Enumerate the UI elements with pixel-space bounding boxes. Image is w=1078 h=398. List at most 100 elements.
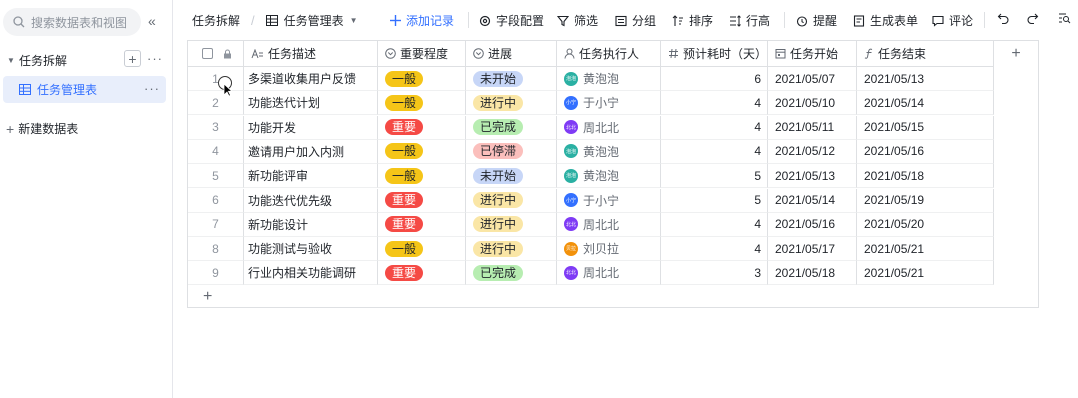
importance-cell[interactable]: 一般 [378, 237, 466, 262]
owner-cell[interactable]: 泡泡 黄泡泡 [557, 139, 661, 164]
status-cell[interactable]: 已停滞 [466, 139, 557, 164]
add-column-button[interactable]: + [994, 41, 1038, 67]
column-header-label: 任务开始 [790, 47, 839, 61]
start-cell[interactable]: 2021/05/18 [768, 261, 857, 286]
importance-cell[interactable]: 一般 [378, 91, 466, 116]
generate-form-button[interactable]: 生成表单 [853, 12, 918, 29]
owner-cell[interactable]: 北北 周北北 [557, 261, 661, 286]
importance-cell[interactable]: 重要 [378, 261, 466, 286]
filter-button[interactable]: 筛选 [557, 12, 598, 29]
undo-button[interactable] [997, 12, 1015, 24]
owner-cell[interactable]: 泡泡 黄泡泡 [557, 164, 661, 189]
collapse-sidebar-icon[interactable]: « [148, 13, 156, 29]
end-cell[interactable]: 2021/05/15 [857, 115, 994, 140]
breadcrumb[interactable]: 任务拆解 [192, 12, 240, 29]
status-cell[interactable]: 进行中 [466, 91, 557, 116]
new-table-button[interactable]: + 新建数据表 [6, 120, 78, 137]
start-cell[interactable]: 2021/05/13 [768, 164, 857, 189]
status-cell[interactable]: 进行中 [466, 188, 557, 213]
desc-cell[interactable]: 行业内相关功能调研 [244, 261, 378, 286]
reminder-button[interactable]: 提醒 [796, 12, 837, 29]
end-cell[interactable]: 2021/05/14 [857, 91, 994, 116]
base-more-icon[interactable]: ··· [147, 51, 163, 66]
sort-button[interactable]: 排序 [672, 12, 713, 29]
field-config-button[interactable]: 字段配置 [479, 12, 544, 29]
search-records-button[interactable] [1058, 12, 1076, 24]
importance-cell[interactable]: 重要 [378, 212, 466, 237]
days-cell[interactable]: 4 [661, 237, 768, 262]
desc-cell[interactable]: 功能测试与验收 [244, 237, 378, 262]
redo-button[interactable] [1026, 12, 1044, 24]
days-cell[interactable]: 4 [661, 91, 768, 116]
owner-cell[interactable]: 小宁 于小宁 [557, 91, 661, 116]
end-cell[interactable]: 2021/05/18 [857, 164, 994, 189]
days-cell[interactable]: 4 [661, 212, 768, 237]
start-cell[interactable]: 2021/05/07 [768, 67, 857, 91]
owner-cell[interactable]: 北北 周北北 [557, 115, 661, 140]
add-row-button[interactable]: + [203, 288, 212, 306]
importance-cell[interactable]: 一般 [378, 139, 466, 164]
search-input[interactable]: 搜索数据表和视图 [3, 8, 141, 36]
importance-tag: 重要 [385, 264, 424, 281]
end-cell[interactable]: 2021/05/21 [857, 237, 994, 262]
column-header-end[interactable]: 任务结束 [857, 41, 994, 67]
column-header-importance[interactable]: 重要程度 [378, 41, 466, 67]
importance-cell[interactable]: 一般 [378, 164, 466, 189]
start-cell[interactable]: 2021/05/10 [768, 91, 857, 116]
lock-icon [224, 49, 231, 58]
status-cell[interactable]: 进行中 [466, 212, 557, 237]
column-header-start[interactable]: 任务开始 [768, 41, 857, 67]
days-cell[interactable]: 3 [661, 261, 768, 286]
days-cell[interactable]: 5 [661, 164, 768, 189]
column-header-status[interactable]: 进展 [466, 41, 557, 67]
select-all-checkbox[interactable] [202, 48, 213, 59]
days-cell[interactable]: 5 [661, 188, 768, 213]
end-cell[interactable]: 2021/05/21 [857, 261, 994, 286]
owner-cell[interactable]: 贝拉 刘贝拉 [557, 237, 661, 262]
view-selector[interactable]: 任务管理表 ▼ [265, 12, 358, 29]
end-cell[interactable]: 2021/05/16 [857, 139, 994, 164]
column-header-owner[interactable]: 任务执行人 [557, 41, 661, 67]
status-cell[interactable]: 未开始 [466, 164, 557, 189]
start-cell[interactable]: 2021/05/11 [768, 115, 857, 140]
avatar: 小宁 [564, 95, 578, 110]
importance-cell[interactable]: 重要 [378, 115, 466, 140]
end-cell[interactable]: 2021/05/19 [857, 188, 994, 213]
status-cell[interactable]: 未开始 [466, 67, 557, 91]
importance-cell[interactable]: 一般 [378, 67, 466, 91]
end-cell[interactable]: 2021/05/20 [857, 212, 994, 237]
start-cell[interactable]: 2021/05/17 [768, 237, 857, 262]
row-height-button[interactable]: 行高 [729, 12, 770, 29]
comment-button[interactable]: 评论 [932, 12, 973, 29]
start-cell[interactable]: 2021/05/12 [768, 139, 857, 164]
owner-cell[interactable]: 小宁 于小宁 [557, 188, 661, 213]
desc-cell[interactable]: 邀请用户加入内测 [244, 139, 378, 164]
start-cell[interactable]: 2021/05/16 [768, 212, 857, 237]
desc-cell[interactable]: 多渠道收集用户反馈 [244, 67, 378, 91]
status-cell[interactable]: 进行中 [466, 237, 557, 262]
group-button[interactable]: 分组 [615, 12, 656, 29]
column-header-duration[interactable]: 预计耗时（天） [661, 41, 768, 67]
caret-down-icon[interactable]: ▼ [7, 56, 19, 65]
start-cell[interactable]: 2021/05/14 [768, 188, 857, 213]
end-cell[interactable]: 2021/05/13 [857, 67, 994, 91]
owner-cell[interactable]: 泡泡 黄泡泡 [557, 67, 661, 91]
days-cell[interactable]: 4 [661, 115, 768, 140]
status-cell[interactable]: 已完成 [466, 261, 557, 286]
days-cell[interactable]: 4 [661, 139, 768, 164]
status-cell[interactable]: 已完成 [466, 115, 557, 140]
single-select-icon [473, 48, 484, 59]
owner-cell[interactable]: 北北 周北北 [557, 212, 661, 237]
desc-cell[interactable]: 功能迭代优先级 [244, 188, 378, 213]
days-cell[interactable]: 6 [661, 67, 768, 91]
desc-cell[interactable]: 功能迭代计划 [244, 91, 378, 116]
desc-cell[interactable]: 功能开发 [244, 115, 378, 140]
add-record-button[interactable]: 添加记录 [390, 12, 454, 29]
desc-cell[interactable]: 新功能评审 [244, 164, 378, 189]
sidebar-item-task-table[interactable]: 任务管理表 ··· [3, 76, 166, 103]
importance-cell[interactable]: 重要 [378, 188, 466, 213]
add-table-button[interactable]: + [124, 50, 141, 67]
column-header-task[interactable]: 任务描述 [244, 41, 378, 67]
desc-cell[interactable]: 新功能设计 [244, 212, 378, 237]
table-more-icon[interactable]: ··· [144, 81, 160, 96]
